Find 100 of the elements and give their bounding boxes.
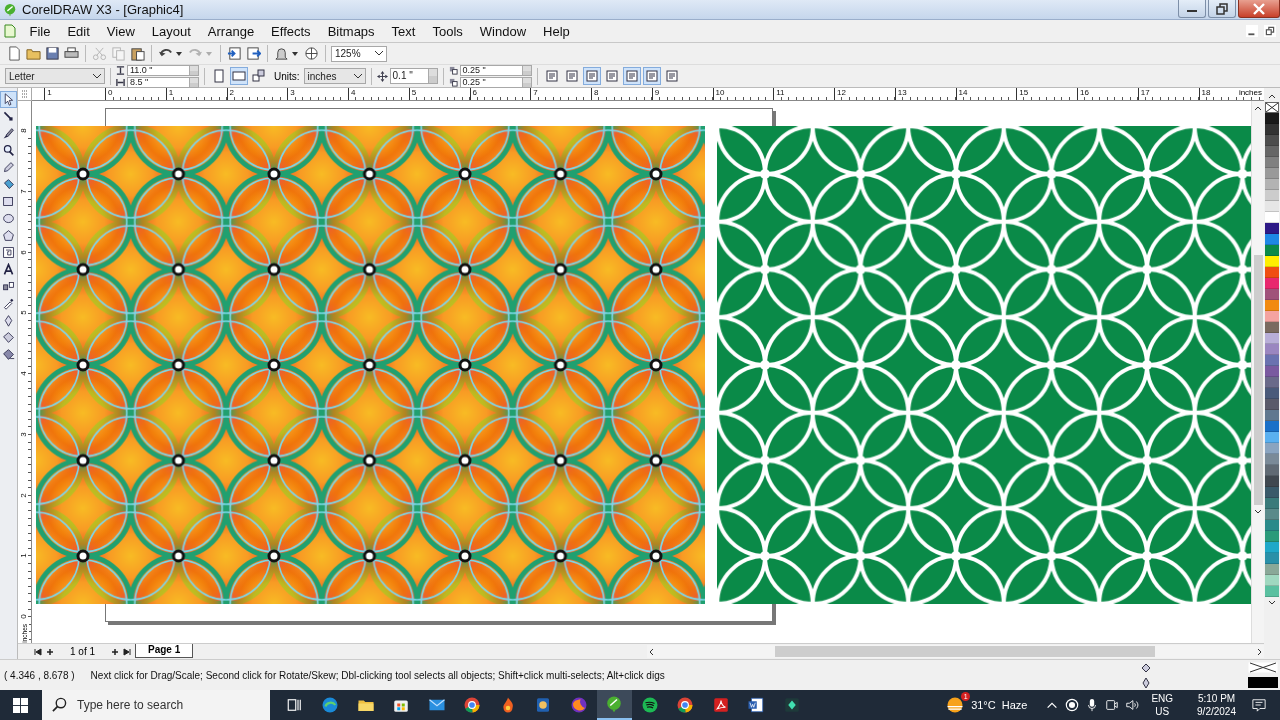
landscape-button[interactable] (230, 67, 248, 85)
pointer-icon[interactable] (0, 91, 17, 108)
color-swatch[interactable] (1265, 344, 1279, 355)
browser-icon[interactable] (676, 696, 695, 714)
color-swatch[interactable] (1265, 553, 1279, 564)
color-swatch[interactable] (1265, 564, 1279, 575)
caret-icon[interactable] (292, 51, 298, 56)
height-field[interactable]: 8.5 " (127, 76, 199, 88)
color-swatch[interactable] (1265, 476, 1279, 487)
horizontal-scrollbar[interactable] (647, 645, 1264, 658)
scroll-down-icon[interactable] (1268, 600, 1276, 606)
menu-item[interactable]: Tools (423, 23, 472, 39)
color-swatch[interactable] (1265, 322, 1279, 333)
color-swatch[interactable] (1265, 520, 1279, 531)
color-swatch[interactable] (1265, 333, 1279, 344)
input-region[interactable]: US (1155, 705, 1170, 718)
color-swatch[interactable] (1265, 487, 1279, 498)
no-fill-swatch[interactable] (1248, 662, 1278, 673)
color-swatch[interactable] (1265, 498, 1279, 509)
browser-icon[interactable] (569, 696, 588, 714)
paper-size-dropdown[interactable]: Letter (5, 68, 105, 84)
color-swatch[interactable] (1265, 212, 1279, 223)
color-swatch[interactable] (1265, 113, 1279, 124)
color-swatch[interactable] (1265, 586, 1279, 597)
color-swatch[interactable] (1265, 190, 1279, 201)
clock-time[interactable]: 5:10 PM (1197, 692, 1236, 705)
zoom-dropdown[interactable]: 125% (331, 45, 387, 62)
first-page-icon[interactable] (34, 647, 42, 656)
scrollbar-thumb[interactable] (775, 646, 1156, 657)
last-page-icon[interactable] (123, 647, 132, 656)
menu-item[interactable]: Text (383, 23, 424, 39)
browser-icon[interactable] (321, 696, 340, 714)
bell-icon[interactable] (274, 46, 289, 61)
balloon-icon[interactable] (605, 695, 624, 713)
chevron-down-icon[interactable] (353, 73, 362, 79)
menu-item[interactable]: Edit (58, 23, 99, 39)
task-view-icon[interactable] (285, 696, 304, 714)
drawing-canvas[interactable] (32, 101, 1251, 643)
color-swatch[interactable] (1265, 377, 1279, 388)
restore-button[interactable] (1208, 0, 1236, 18)
import-icon[interactable] (227, 46, 242, 61)
color-swatch[interactable] (1265, 201, 1279, 212)
windows-start-icon[interactable] (13, 697, 28, 713)
color-swatch[interactable] (1265, 278, 1279, 289)
polygon-icon[interactable] (0, 227, 17, 244)
color-swatch[interactable] (1265, 421, 1279, 432)
speaker-icon[interactable] (1125, 698, 1140, 712)
chevron-down-icon[interactable] (375, 51, 383, 56)
add-page-icon[interactable] (46, 647, 54, 656)
record-icon[interactable] (1065, 698, 1080, 712)
bucket-icon[interactable] (0, 329, 17, 346)
color-swatch[interactable] (1265, 355, 1279, 366)
gradient-bucket-icon[interactable] (0, 346, 17, 363)
units-dropdown[interactable]: inches (303, 68, 366, 84)
color-swatch[interactable] (1265, 509, 1279, 520)
scroll-down-icon[interactable] (1254, 508, 1262, 516)
clipboard-icon[interactable] (130, 46, 145, 61)
page-tab[interactable]: Page 1 (135, 643, 194, 658)
menu-item[interactable]: Window (471, 23, 535, 39)
color-swatch[interactable] (1265, 157, 1279, 168)
printer-icon[interactable] (64, 46, 79, 61)
color-swatch[interactable] (1265, 410, 1279, 421)
color-swatch[interactable] (1265, 124, 1279, 135)
color-swatch[interactable] (1265, 399, 1279, 410)
color-swatch[interactable] (1265, 234, 1279, 245)
color-swatch[interactable] (1265, 256, 1279, 267)
color-swatch[interactable] (1265, 223, 1279, 234)
minimize-button[interactable] (1178, 0, 1206, 18)
add-page-icon[interactable] (111, 647, 120, 656)
minimize-icon[interactable] (1246, 25, 1258, 37)
music-icon[interactable] (640, 696, 659, 714)
color-swatch[interactable] (1265, 388, 1279, 399)
caret-icon[interactable] (176, 51, 182, 56)
color-swatch[interactable] (1265, 179, 1279, 190)
color-swatch[interactable] (1265, 289, 1279, 300)
color-swatch[interactable] (1265, 168, 1279, 179)
menu-item[interactable]: Arrange (199, 23, 263, 39)
outline-swatch[interactable] (1248, 677, 1278, 688)
close-icon[interactable] (1252, 2, 1266, 15)
menu-item[interactable]: View (98, 23, 144, 39)
scrollbar-thumb[interactable] (1253, 255, 1263, 505)
color-swatch[interactable] (1265, 300, 1279, 311)
nudge-field[interactable]: 0.1 " (389, 68, 438, 84)
toggle-button[interactable] (582, 67, 601, 85)
color-swatch[interactable] (1265, 146, 1279, 157)
clock-date[interactable]: 9/2/2024 (1197, 705, 1236, 718)
color-swatch[interactable] (1265, 267, 1279, 278)
restore-icon[interactable] (1215, 2, 1229, 15)
page-icon[interactable] (7, 46, 22, 61)
color-swatch[interactable] (1265, 135, 1279, 146)
color-swatch[interactable] (1265, 575, 1279, 586)
menu-item[interactable]: Effects (262, 23, 320, 39)
chevron-down-icon[interactable] (93, 73, 101, 79)
color-swatch[interactable] (1265, 311, 1279, 322)
menu-item[interactable]: File (21, 23, 59, 39)
menu-item[interactable]: Layout (143, 23, 200, 39)
input-language[interactable]: ENG (1151, 692, 1174, 705)
pdf-icon[interactable] (711, 696, 730, 714)
menu-item[interactable]: Help (534, 23, 579, 39)
color-swatch[interactable] (1265, 432, 1279, 443)
